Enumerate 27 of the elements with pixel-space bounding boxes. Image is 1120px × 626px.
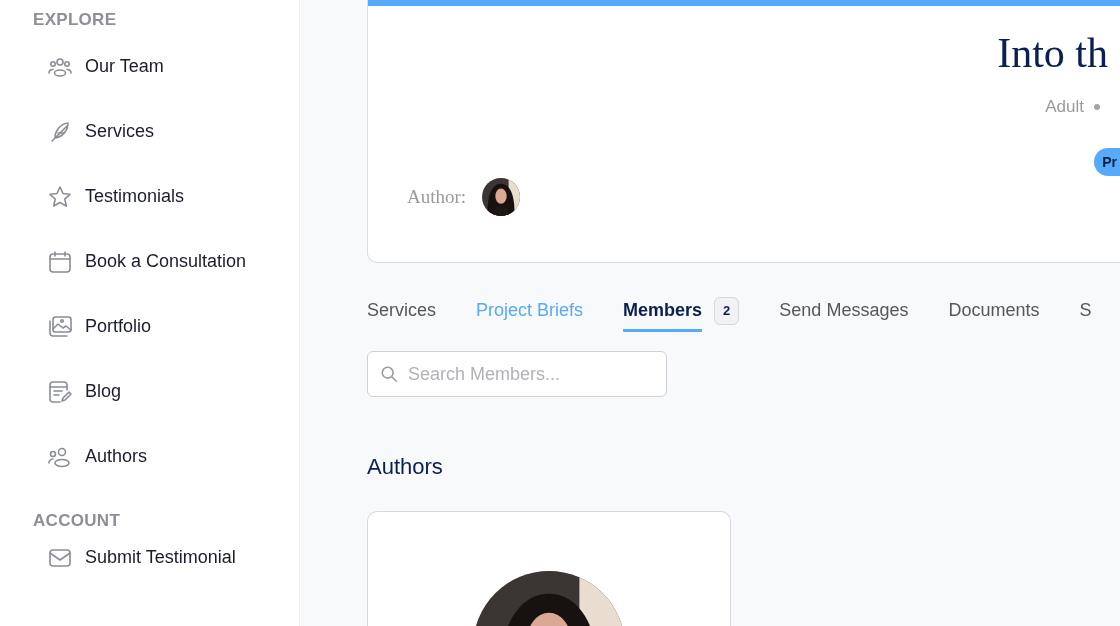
sidebar-item[interactable]: Blog: [33, 359, 299, 424]
sidebar-item[interactable]: Authors: [33, 424, 299, 489]
sidebar-item[interactable]: Portfolio: [33, 294, 299, 359]
sidebar-item[interactable]: Services: [33, 99, 299, 164]
sidebar-item[interactable]: Testimonials: [33, 164, 299, 229]
search-icon: [380, 364, 399, 384]
notepad-icon: [47, 378, 73, 405]
tab[interactable]: Documents: [948, 298, 1040, 332]
tab[interactable]: Members: [623, 298, 703, 332]
tab[interactable]: S: [1079, 298, 1092, 332]
separator-dot: [1094, 103, 1100, 110]
section-heading: Authors: [367, 453, 444, 481]
count-badge: 2: [714, 297, 740, 325]
sidebar-item[interactable]: Book a Consultation: [33, 229, 299, 294]
images-icon: [47, 313, 73, 340]
status-pill: Pr: [1094, 147, 1120, 176]
project-title: Into th: [996, 29, 1109, 78]
star-icon: [47, 183, 73, 210]
search-input[interactable]: Search Members...: [406, 359, 654, 389]
sidebar-item[interactable]: Our Team: [33, 34, 299, 99]
author-label: Author:: [407, 184, 467, 209]
section-heading: EXPLORE: [33, 9, 118, 31]
category-text: Adult: [1045, 96, 1084, 118]
tab[interactable]: Send Messages: [779, 298, 909, 332]
tab[interactable]: Services: [367, 298, 437, 332]
search-field[interactable]: Search Members...: [367, 351, 667, 397]
calendar-icon: [47, 248, 73, 275]
